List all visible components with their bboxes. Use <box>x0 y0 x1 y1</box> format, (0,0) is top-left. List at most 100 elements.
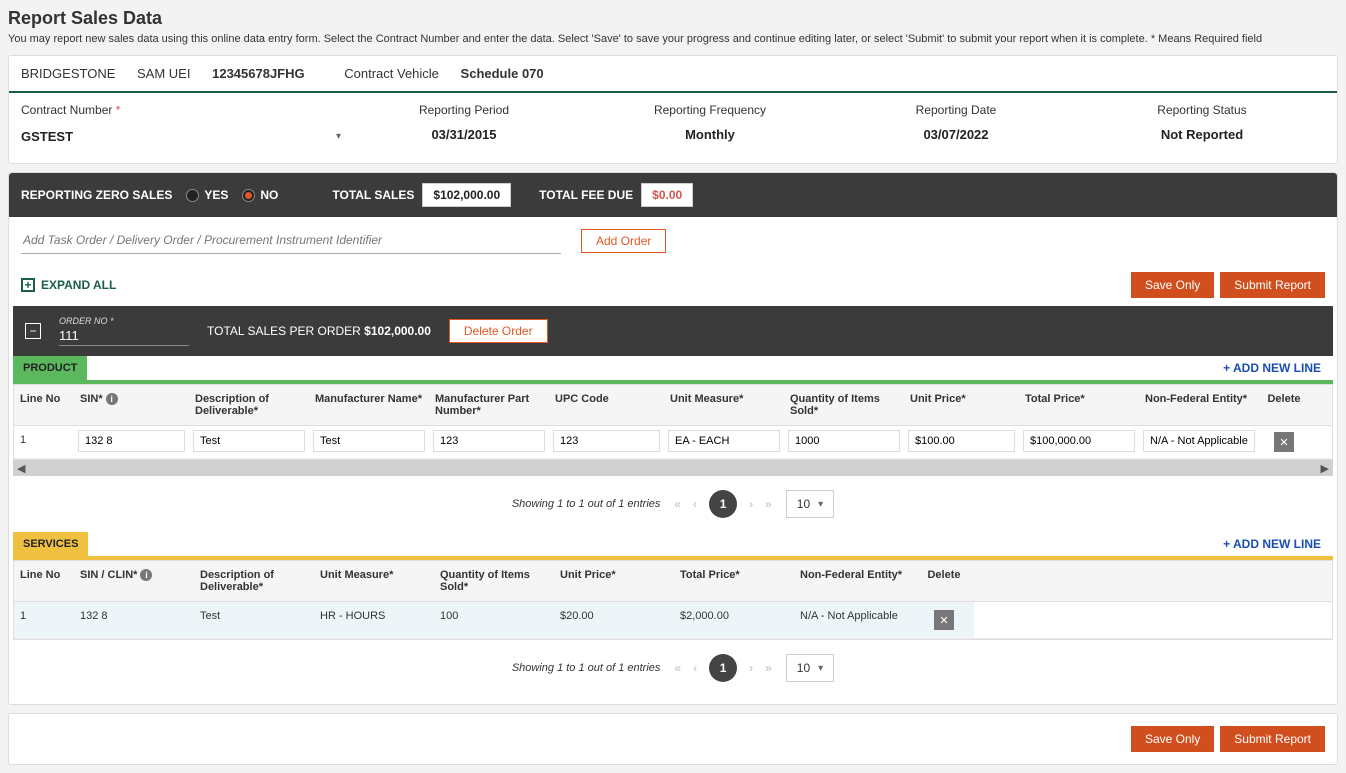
save-only-button-footer[interactable]: Save Only <box>1131 726 1214 752</box>
submit-report-button-footer[interactable]: Submit Report <box>1220 726 1325 752</box>
services-col-line-no: Line No <box>14 561 74 601</box>
scroll-right-icon[interactable]: ▶ <box>1321 462 1329 475</box>
uei-label: SAM UEI <box>137 66 190 81</box>
add-order-button[interactable]: Add Order <box>581 229 666 253</box>
total-fee-label: TOTAL FEE DUE <box>539 188 633 202</box>
pager-next-icon[interactable]: › <box>749 497 753 511</box>
product-mfr-part-input[interactable] <box>433 430 545 452</box>
product-col-unit: Unit Measure* <box>664 385 784 425</box>
total-fee-value: $0.00 <box>641 183 693 207</box>
pager-current-page[interactable]: 1 <box>709 654 737 682</box>
product-horizontal-scrollbar[interactable]: ◀▶ <box>13 460 1333 476</box>
page-description: You may report new sales data using this… <box>8 33 1338 45</box>
pager-first-icon[interactable]: « <box>674 661 681 675</box>
expand-all-button[interactable]: + EXPAND ALL <box>21 278 116 292</box>
pager-size-select[interactable]: 10 ▾ <box>786 490 834 518</box>
order-no-label: ORDER NO * <box>59 316 189 326</box>
pager-last-icon[interactable]: » <box>765 661 772 675</box>
services-unit: HR - HOURS <box>314 602 434 638</box>
product-total-price-input[interactable] <box>1023 430 1135 452</box>
product-mfr-name-input[interactable] <box>313 430 425 452</box>
yes-label: YES <box>204 188 228 202</box>
order-total-value: $102,000.00 <box>364 324 431 338</box>
collapse-order-button[interactable]: − <box>25 323 41 339</box>
reporting-frequency-value: Monthly <box>587 127 833 142</box>
product-col-delete: Delete <box>1259 385 1309 425</box>
product-nfe-input[interactable] <box>1143 430 1255 452</box>
no-label: NO <box>260 188 278 202</box>
delete-order-button[interactable]: Delete Order <box>449 319 548 343</box>
submit-report-button[interactable]: Submit Report <box>1220 272 1325 298</box>
services-tab: SERVICES <box>13 532 88 556</box>
services-qty: 100 <box>434 602 554 638</box>
info-icon[interactable]: i <box>140 569 152 581</box>
order-total-label: TOTAL SALES PER ORDER <box>207 324 361 338</box>
page-title: Report Sales Data <box>8 8 1338 29</box>
info-icon[interactable]: i <box>106 393 118 405</box>
services-col-delete: Delete <box>914 561 974 601</box>
add-order-input[interactable] <box>21 227 561 254</box>
product-col-line-no: Line No <box>14 385 74 425</box>
product-desc-input[interactable] <box>193 430 305 452</box>
reporting-period-value: 03/31/2015 <box>341 127 587 142</box>
product-delete-row-button[interactable]: ✕ <box>1274 432 1294 452</box>
reporting-date-label: Reporting Date <box>833 103 1079 117</box>
product-col-upc: UPC Code <box>549 385 664 425</box>
pager-size-select[interactable]: 10 ▾ <box>786 654 834 682</box>
product-row: 1 ✕ <box>14 426 1332 459</box>
services-total-price: $2,000.00 <box>674 602 794 638</box>
services-row: 1 132 8 Test HR - HOURS 100 $20.00 $2,00… <box>14 602 1332 639</box>
product-line-no: 1 <box>14 426 74 458</box>
product-unit-price-input[interactable] <box>908 430 1015 452</box>
pager-prev-icon[interactable]: ‹ <box>693 497 697 511</box>
pager-current-page[interactable]: 1 <box>709 490 737 518</box>
product-col-total-price: Total Price* <box>1019 385 1139 425</box>
product-upc-input[interactable] <box>553 430 660 452</box>
pager-first-icon[interactable]: « <box>674 497 681 511</box>
pager-last-icon[interactable]: » <box>765 497 772 511</box>
product-col-mfr-name: Manufacturer Name* <box>309 385 429 425</box>
pager-prev-icon[interactable]: ‹ <box>693 661 697 675</box>
reporting-frequency-label: Reporting Frequency <box>587 103 833 117</box>
order-no-input[interactable]: 111 <box>59 326 189 346</box>
services-desc: Test <box>194 602 314 638</box>
services-col-nfe: Non-Federal Entity* <box>794 561 914 601</box>
product-add-line-link[interactable]: + ADD NEW LINE <box>1223 361 1333 375</box>
services-sin: 132 8 <box>74 602 194 638</box>
services-pager-info: Showing 1 to 1 out of 1 entries <box>512 662 661 674</box>
services-col-unit-price: Unit Price* <box>554 561 674 601</box>
product-pager-info: Showing 1 to 1 out of 1 entries <box>512 498 661 510</box>
save-only-button[interactable]: Save Only <box>1131 272 1214 298</box>
contract-number-label: Contract Number <box>21 103 112 117</box>
zero-sales-yes-radio[interactable]: YES <box>186 188 228 202</box>
pager-next-icon[interactable]: › <box>749 661 753 675</box>
uei-value: 12345678JFHG <box>212 66 305 81</box>
services-col-total-price: Total Price* <box>674 561 794 601</box>
scroll-left-icon[interactable]: ◀ <box>17 462 25 475</box>
contract-header: BRIDGESTONE SAM UEI 12345678JFHG Contrac… <box>9 56 1337 93</box>
services-delete-row-button[interactable]: ✕ <box>934 610 954 630</box>
services-col-sin: SIN / CLIN*i <box>74 561 194 601</box>
product-unit-input[interactable] <box>668 430 780 452</box>
product-col-desc: Description of Deliverable* <box>189 385 309 425</box>
zero-sales-no-radio[interactable]: NO <box>242 188 278 202</box>
reporting-status-value: Not Reported <box>1079 127 1325 142</box>
zero-sales-label: REPORTING ZERO SALES <box>21 188 172 202</box>
services-unit-price: $20.00 <box>554 602 674 638</box>
services-col-qty: Quantity of Items Sold* <box>434 561 554 601</box>
product-sin-input[interactable] <box>78 430 185 452</box>
vendor-name: BRIDGESTONE <box>21 66 115 81</box>
plus-icon: + <box>21 278 35 292</box>
chevron-down-icon: ▾ <box>818 499 823 510</box>
expand-all-label: EXPAND ALL <box>41 278 116 292</box>
vehicle-label: Contract Vehicle <box>344 66 439 81</box>
contract-number-value: GSTEST <box>21 129 73 144</box>
contract-number-select[interactable]: GSTEST ▾ <box>21 127 341 147</box>
product-col-qty: Quantity of Items Sold* <box>784 385 904 425</box>
chevron-down-icon: ▾ <box>818 663 823 674</box>
total-sales-label: TOTAL SALES <box>332 188 414 202</box>
product-qty-input[interactable] <box>788 430 900 452</box>
pager-size-value: 10 <box>797 497 810 511</box>
services-nfe: N/A - Not Applicable <box>794 602 914 638</box>
services-add-line-link[interactable]: + ADD NEW LINE <box>1223 537 1333 551</box>
